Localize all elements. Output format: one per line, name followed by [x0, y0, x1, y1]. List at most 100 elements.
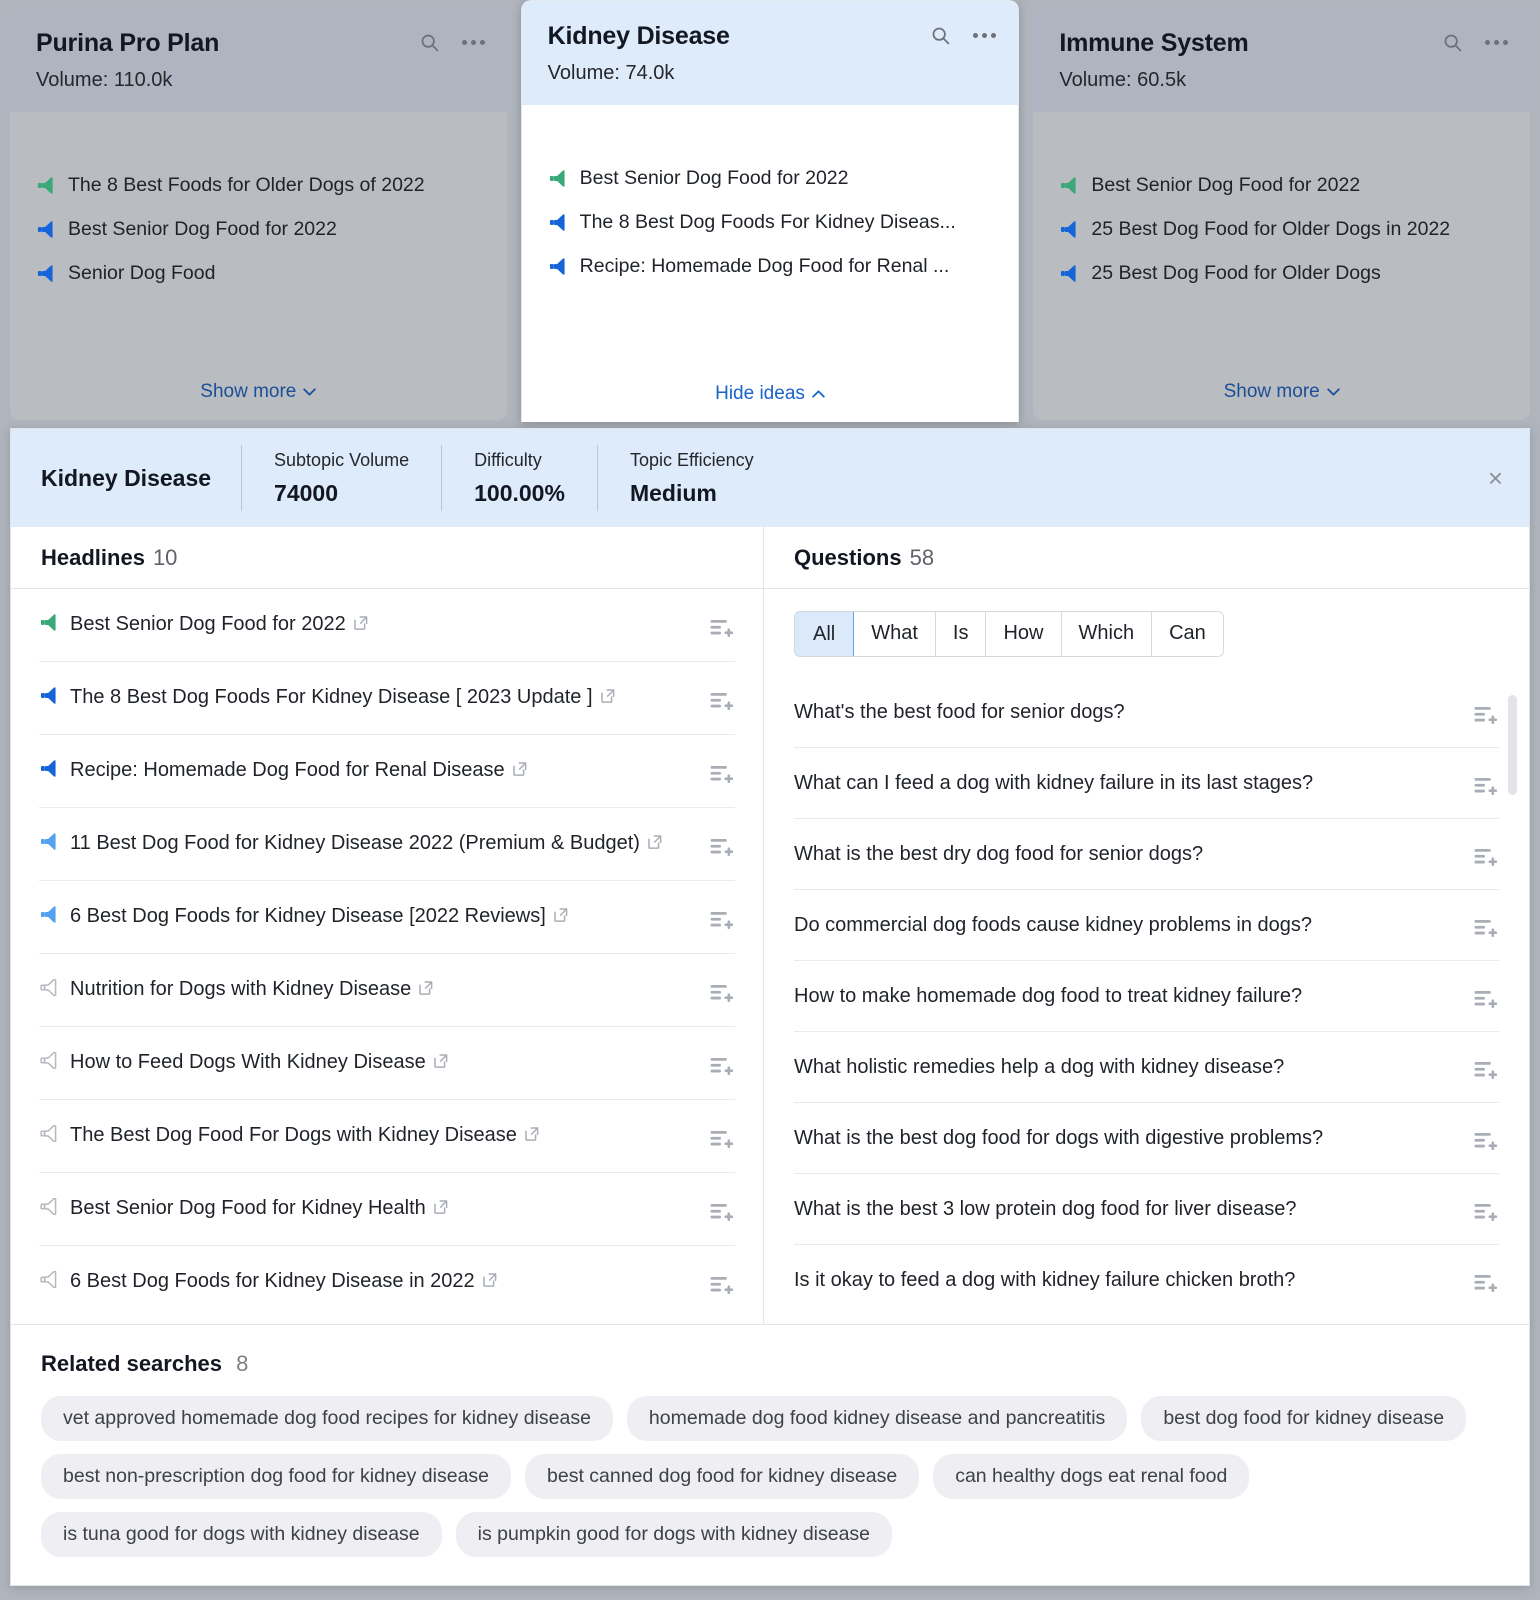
topic-card-immune-system[interactable]: Immune System Volume: 60.5k Best Senior …	[1033, 8, 1530, 420]
table-row[interactable]: How to Feed Dogs With Kidney Disease	[39, 1027, 735, 1100]
table-row[interactable]: Best Senior Dog Food for Kidney Health	[39, 1173, 735, 1246]
list-item[interactable]: Senior Dog Food	[36, 262, 481, 285]
add-to-list-icon[interactable]	[707, 1051, 735, 1079]
headline-link[interactable]: Recipe: Homemade Dog Food for Renal Dise…	[39, 756, 707, 784]
scrollbar-thumb[interactable]	[1508, 695, 1517, 795]
show-more-button[interactable]: Show more	[1059, 381, 1504, 420]
list-item[interactable]: 25 Best Dog Food for Older Dogs in 2022	[1059, 218, 1504, 241]
headline-link[interactable]: 11 Best Dog Food for Kidney Disease 2022…	[39, 829, 707, 857]
list-item[interactable]: Recipe: Homemade Dog Food for Renal ...	[548, 255, 993, 278]
list-item[interactable]: The 8 Best Dog Foods For Kidney Diseas..…	[548, 211, 993, 234]
add-to-list-icon[interactable]	[707, 905, 735, 933]
more-options-icon[interactable]	[1485, 40, 1508, 45]
table-row[interactable]: Best Senior Dog Food for 2022	[39, 589, 735, 662]
external-link-icon[interactable]	[600, 688, 616, 704]
questions-scrollbar[interactable]	[1508, 677, 1517, 1324]
topic-card-purina-pro-plan[interactable]: Purina Pro Plan Volume: 110.0k The 8 Bes…	[10, 8, 507, 420]
headline-link[interactable]: Best Senior Dog Food for Kidney Health	[39, 1194, 707, 1222]
list-item[interactable]: Best Senior Dog Food for 2022	[36, 218, 481, 241]
headline-text: Best Senior Dog Food for 2022	[70, 613, 346, 635]
headlines-title: Headlines	[41, 545, 145, 571]
table-row[interactable]: 11 Best Dog Food for Kidney Disease 2022…	[39, 808, 735, 881]
related-search-chip[interactable]: best dog food for kidney disease	[1141, 1396, 1466, 1441]
list-item[interactable]: What is the best 3 low protein dog food …	[794, 1174, 1499, 1245]
related-search-chip[interactable]: is tuna good for dogs with kidney diseas…	[41, 1512, 442, 1557]
add-to-list-icon[interactable]	[1471, 771, 1499, 799]
add-to-list-icon[interactable]	[1471, 700, 1499, 728]
external-link-icon[interactable]	[353, 615, 369, 631]
headline-link[interactable]: Best Senior Dog Food for 2022	[39, 610, 707, 638]
close-icon[interactable]: ×	[1488, 465, 1503, 491]
add-to-list-icon[interactable]	[707, 1270, 735, 1298]
filter-tab-what[interactable]: What	[854, 612, 936, 656]
related-search-chip[interactable]: is pumpkin good for dogs with kidney dis…	[456, 1512, 892, 1557]
add-to-list-icon[interactable]	[1471, 1126, 1499, 1154]
add-to-list-icon[interactable]	[1471, 984, 1499, 1012]
external-link-icon[interactable]	[433, 1053, 449, 1069]
list-item[interactable]: What is the best dog food for dogs with …	[794, 1103, 1499, 1174]
related-search-chip[interactable]: homemade dog food kidney disease and pan…	[627, 1396, 1127, 1441]
hide-ideas-button[interactable]: Hide ideas	[548, 383, 993, 422]
related-search-chip[interactable]: vet approved homemade dog food recipes f…	[41, 1396, 613, 1441]
headline-link[interactable]: Nutrition for Dogs with Kidney Disease	[39, 975, 707, 1003]
add-to-list-icon[interactable]	[1471, 842, 1499, 870]
list-item[interactable]: 25 Best Dog Food for Older Dogs	[1059, 262, 1504, 285]
table-row[interactable]: The Best Dog Food For Dogs with Kidney D…	[39, 1100, 735, 1173]
external-link-icon[interactable]	[482, 1272, 498, 1288]
external-link-icon[interactable]	[433, 1199, 449, 1215]
list-item[interactable]: How to make homemade dog food to treat k…	[794, 961, 1499, 1032]
search-icon[interactable]	[1442, 32, 1463, 53]
search-icon[interactable]	[419, 32, 440, 53]
list-item[interactable]: Do commercial dog foods cause kidney pro…	[794, 890, 1499, 961]
headline-link[interactable]: The 8 Best Dog Foods For Kidney Disease …	[39, 683, 707, 711]
external-link-icon[interactable]	[553, 907, 569, 923]
add-to-list-icon[interactable]	[707, 613, 735, 641]
add-to-list-icon[interactable]	[1471, 1197, 1499, 1225]
add-to-list-icon[interactable]	[707, 978, 735, 1006]
related-search-chip[interactable]: best non-prescription dog food for kidne…	[41, 1454, 511, 1499]
external-link-icon[interactable]	[418, 980, 434, 996]
topic-card-kidney-disease[interactable]: Kidney Disease Volume: 74.0k Best Senior…	[521, 0, 1020, 422]
related-search-chip[interactable]: can healthy dogs eat renal food	[933, 1454, 1249, 1499]
add-to-list-icon[interactable]	[707, 686, 735, 714]
questions-list[interactable]: What's the best food for senior dogs? Wh…	[764, 677, 1529, 1324]
filter-tab-how[interactable]: How	[986, 612, 1061, 656]
headline-link[interactable]: 6 Best Dog Foods for Kidney Disease in 2…	[39, 1267, 707, 1295]
filter-tab-can[interactable]: Can	[1152, 612, 1223, 656]
add-to-list-icon[interactable]	[1471, 913, 1499, 941]
filter-tab-all[interactable]: All	[794, 611, 854, 657]
filter-tab-which[interactable]: Which	[1062, 612, 1153, 656]
more-options-icon[interactable]	[973, 33, 996, 38]
list-item[interactable]: What can I feed a dog with kidney failur…	[794, 748, 1499, 819]
list-item[interactable]: What is the best dry dog food for senior…	[794, 819, 1499, 890]
add-to-list-icon[interactable]	[707, 1197, 735, 1225]
headline-link[interactable]: 6 Best Dog Foods for Kidney Disease [202…	[39, 902, 707, 930]
table-row[interactable]: Recipe: Homemade Dog Food for Renal Dise…	[39, 735, 735, 808]
related-search-chip[interactable]: best canned dog food for kidney disease	[525, 1454, 919, 1499]
headline-link[interactable]: How to Feed Dogs With Kidney Disease	[39, 1048, 707, 1076]
filter-tab-is[interactable]: Is	[936, 612, 987, 656]
add-to-list-icon[interactable]	[1471, 1055, 1499, 1083]
headline-text: The Best Dog Food For Dogs with Kidney D…	[70, 1124, 517, 1146]
table-row[interactable]: 6 Best Dog Foods for Kidney Disease in 2…	[39, 1246, 735, 1318]
more-options-icon[interactable]	[462, 40, 485, 45]
external-link-icon[interactable]	[524, 1126, 540, 1142]
external-link-icon[interactable]	[512, 761, 528, 777]
list-item[interactable]: Best Senior Dog Food for 2022	[1059, 174, 1504, 197]
table-row[interactable]: 6 Best Dog Foods for Kidney Disease [202…	[39, 881, 735, 954]
list-item[interactable]: What's the best food for senior dogs?	[794, 677, 1499, 748]
list-item[interactable]: Best Senior Dog Food for 2022	[548, 167, 993, 190]
add-to-list-icon[interactable]	[707, 759, 735, 787]
add-to-list-icon[interactable]	[1471, 1268, 1499, 1296]
list-item[interactable]: The 8 Best Foods for Older Dogs of 2022	[36, 174, 481, 197]
list-item[interactable]: What holistic remedies help a dog with k…	[794, 1032, 1499, 1103]
table-row[interactable]: The 8 Best Dog Foods For Kidney Disease …	[39, 662, 735, 735]
search-icon[interactable]	[930, 25, 951, 46]
headline-link[interactable]: The Best Dog Food For Dogs with Kidney D…	[39, 1121, 707, 1149]
list-item[interactable]: Is it okay to feed a dog with kidney fai…	[794, 1245, 1499, 1315]
add-to-list-icon[interactable]	[707, 832, 735, 860]
show-more-button[interactable]: Show more	[36, 381, 481, 420]
external-link-icon[interactable]	[647, 834, 663, 850]
table-row[interactable]: Nutrition for Dogs with Kidney Disease	[39, 954, 735, 1027]
add-to-list-icon[interactable]	[707, 1124, 735, 1152]
